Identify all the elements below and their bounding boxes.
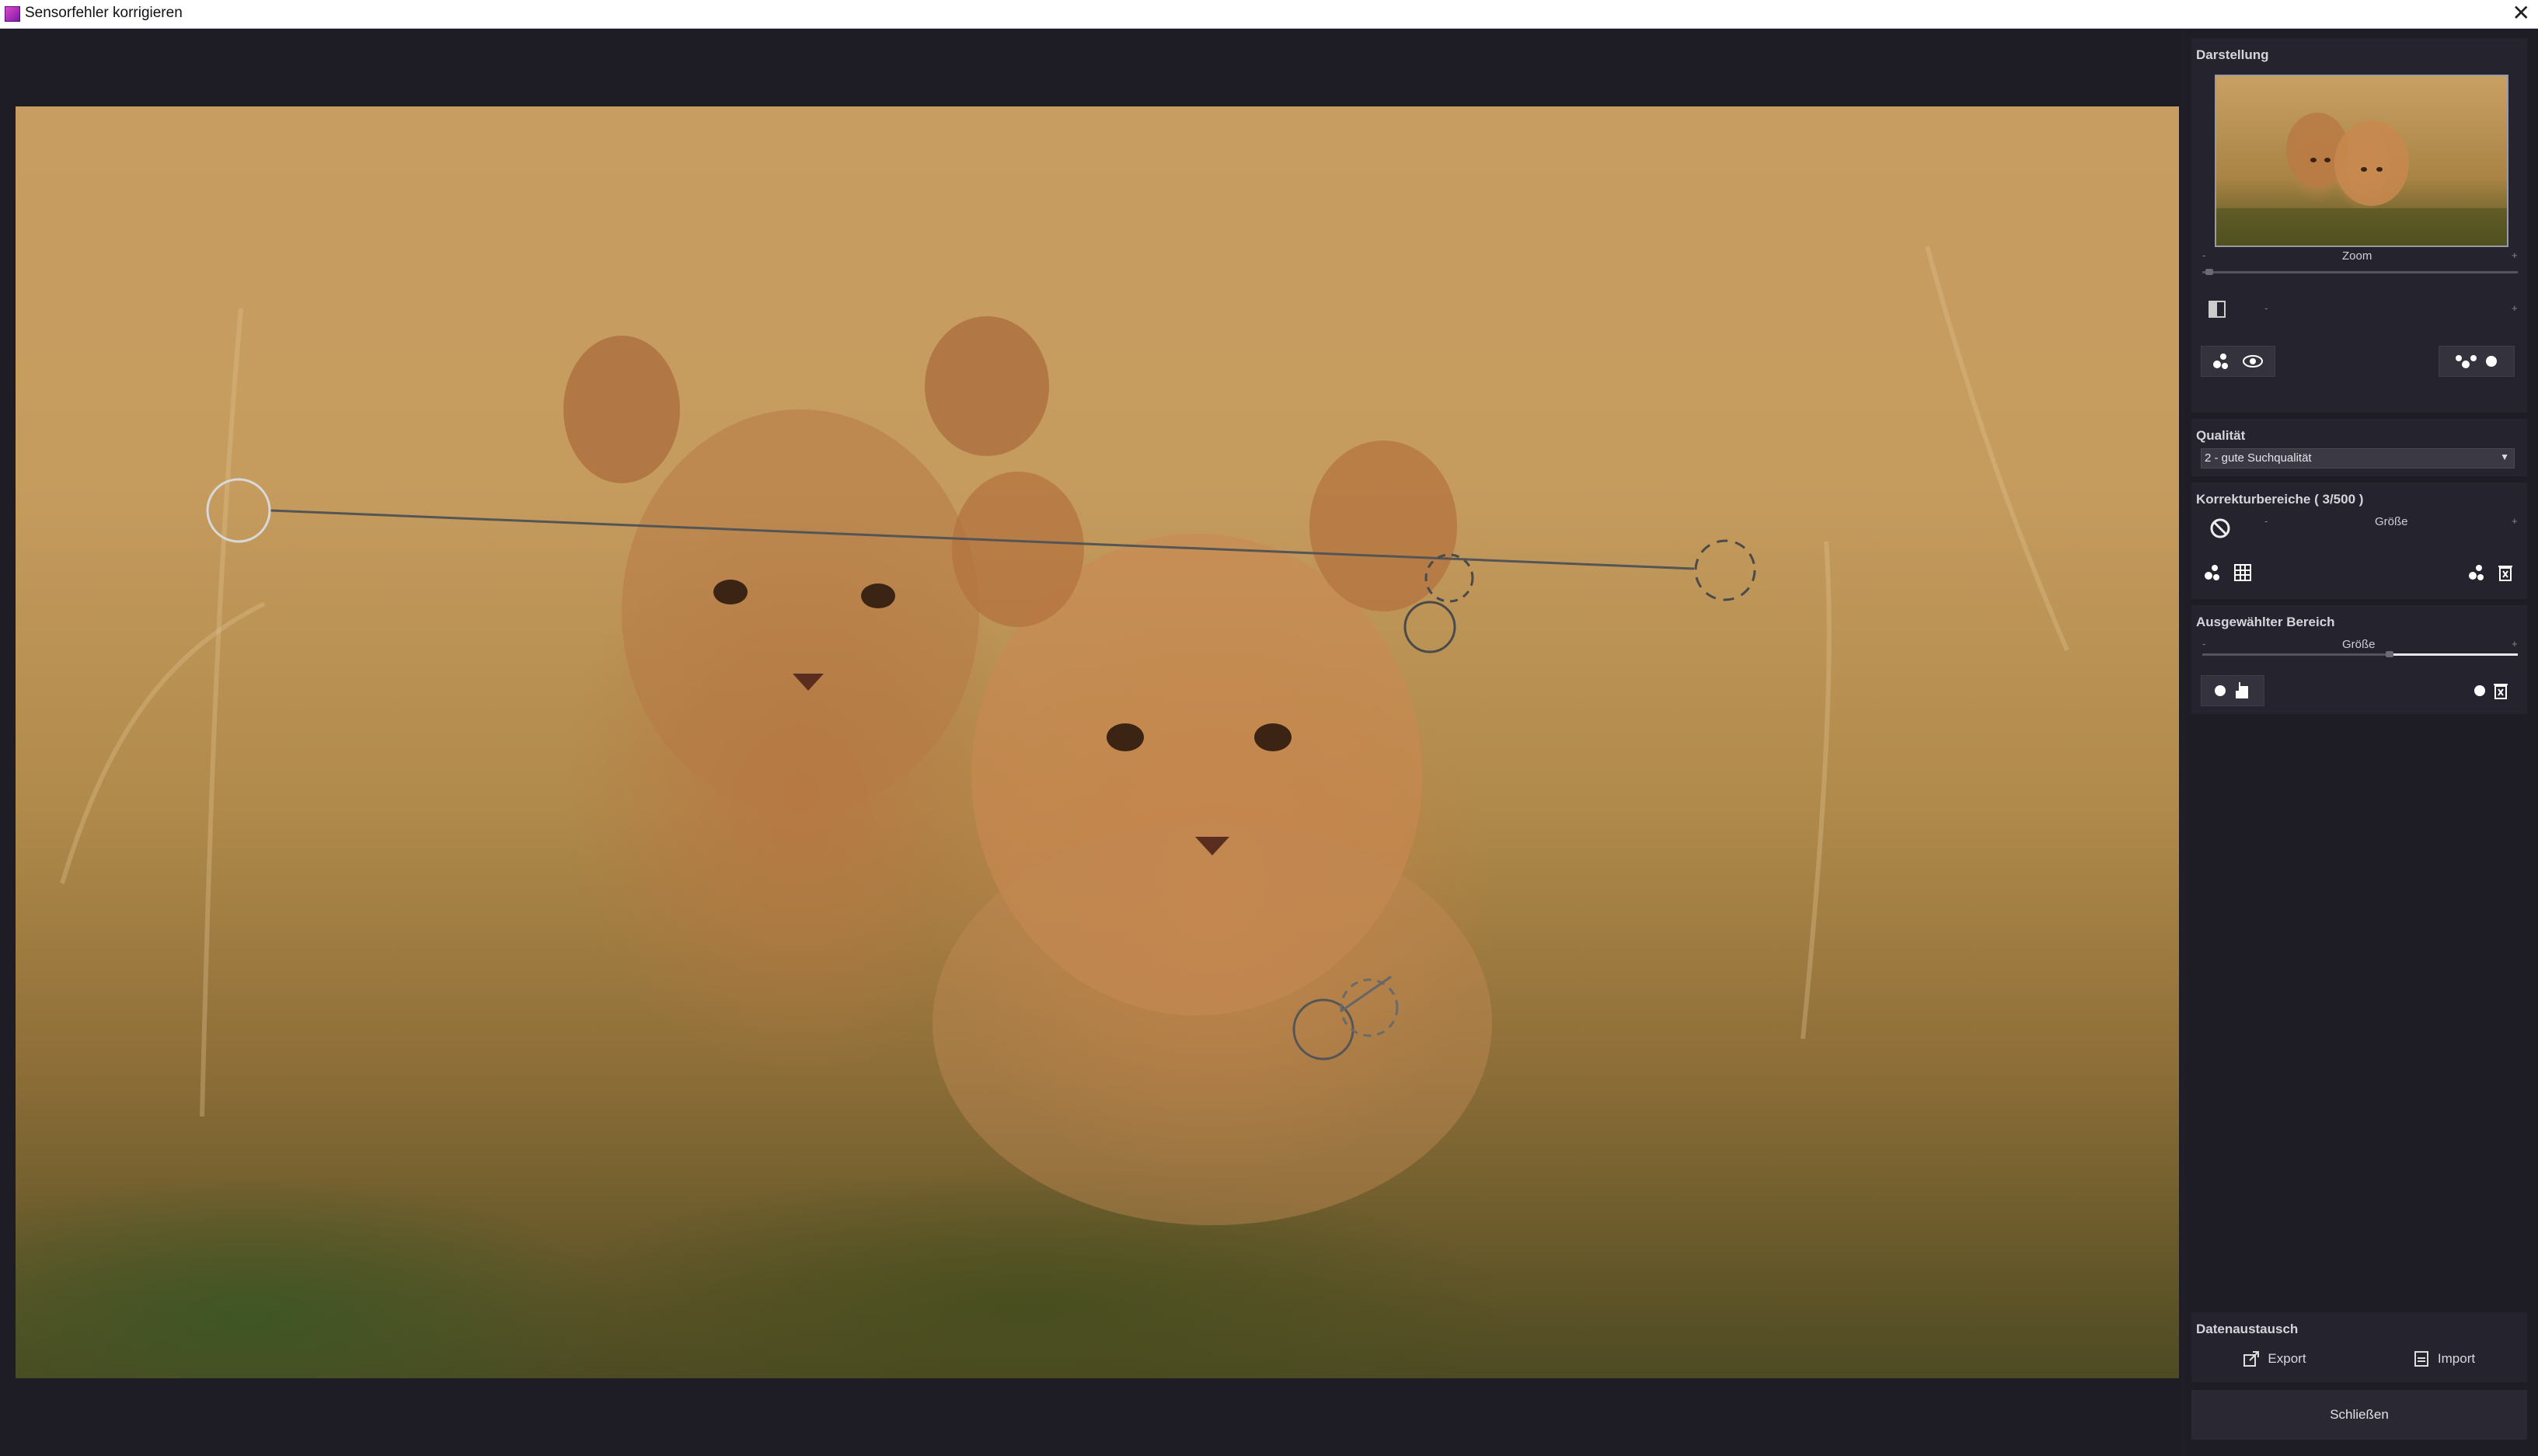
- selected-size-slider-fill: [2391, 653, 2518, 656]
- export-button[interactable]: Export: [2201, 1343, 2348, 1374]
- dot-icon: [2474, 685, 2485, 696]
- size-minus: -: [2264, 515, 2268, 527]
- section-korrekturbereiche: Korrekturbereiche ( 3/500 ) - Größe +: [2191, 482, 2527, 599]
- zoom-minus: -: [2202, 249, 2206, 261]
- zoom-slider-knob[interactable]: [2205, 269, 2213, 275]
- section-title: Qualität: [2196, 428, 2246, 443]
- trash-icon: [2494, 684, 2508, 699]
- close-button[interactable]: Schließen: [2191, 1390, 2527, 1440]
- close-icon[interactable]: ✕: [2512, 1, 2530, 26]
- section-darstellung: Darstellung Zoom - + - +: [2191, 38, 2527, 413]
- title-bar: Sensorfehler korrigieren ✕: [0, 0, 2538, 29]
- section-ausgewaehlter-bereich: Ausgewählter Bereich - Größe +: [2191, 605, 2527, 714]
- eye-icon: [2243, 355, 2263, 367]
- quality-select[interactable]: 2 - gute Suchqualität ▼: [2201, 448, 2515, 468]
- size-plus: +: [2512, 515, 2518, 527]
- points-icon: [2456, 355, 2477, 368]
- photo-canvas[interactable]: [16, 106, 2179, 1378]
- correction-source-circle[interactable]: [206, 478, 271, 543]
- section-title: Datenaustausch: [2196, 1322, 2299, 1336]
- hand-icon: [2236, 682, 2248, 698]
- correction-target-circle[interactable]: [1694, 539, 1756, 601]
- export-label: Export: [2268, 1351, 2306, 1366]
- size-plus: +: [2512, 638, 2518, 650]
- zoom-slider[interactable]: [2202, 271, 2518, 273]
- size-label: Größe: [2342, 638, 2376, 651]
- export-icon: [2243, 1351, 2260, 1367]
- delete-point-button[interactable]: [2463, 675, 2518, 706]
- selected-size-slider-knob[interactable]: [2385, 651, 2393, 657]
- size-label: Größe: [2375, 515, 2408, 528]
- section-title: Korrekturbereiche ( 3/500 ): [2196, 492, 2364, 507]
- points-icon: [2469, 565, 2484, 580]
- show-correction-points-button[interactable]: [2201, 346, 2275, 377]
- split-view-icon[interactable]: [2209, 301, 2226, 318]
- points-icon: [2213, 354, 2228, 369]
- trash-icon: [2498, 566, 2512, 581]
- import-button[interactable]: Import: [2370, 1343, 2518, 1374]
- thumbnail-image: [2216, 113, 2507, 246]
- photo-overlay: [60, 246, 2069, 1225]
- workspace: [0, 29, 2181, 1456]
- right-panel: Darstellung Zoom - + - + Qualität 2 - gu…: [2187, 29, 2538, 1456]
- chevron-down-icon: ▼: [2500, 451, 2509, 462]
- section-qualitaet: Qualität 2 - gute Suchqualität ▼: [2191, 419, 2527, 476]
- add-grid-points-button[interactable]: [2201, 557, 2255, 588]
- size-minus: -: [2202, 638, 2206, 650]
- window-title: Sensorfehler korrigieren: [25, 5, 183, 21]
- section-title: Darstellung: [2196, 47, 2269, 62]
- dot-icon: [2486, 356, 2497, 367]
- points-icon: [2205, 565, 2219, 580]
- import-icon: [2414, 1351, 2428, 1367]
- close-button-label: Schließen: [2330, 1407, 2389, 1422]
- zoom-plus: +: [2512, 249, 2518, 261]
- delete-all-points-button[interactable]: [2463, 557, 2518, 588]
- slider2-plus: +: [2512, 302, 2518, 314]
- section-datenaustausch: Datenaustausch Export Import: [2191, 1312, 2527, 1382]
- quality-selected-value: 2 - gute Suchqualität: [2205, 451, 2312, 465]
- disable-icon[interactable]: [2210, 518, 2230, 538]
- section-title: Ausgewählter Bereich: [2196, 615, 2335, 629]
- points-toggle-button[interactable]: [2439, 346, 2515, 377]
- app-icon: [5, 6, 20, 22]
- import-label: Import: [2437, 1351, 2476, 1366]
- dot-icon: [2215, 685, 2226, 696]
- zoom-label: Zoom: [2342, 249, 2372, 263]
- grid-icon: [2234, 564, 2251, 581]
- navigator-thumbnail[interactable]: [2215, 75, 2508, 247]
- select-point-button[interactable]: [2201, 675, 2264, 706]
- slider2-minus: -: [2264, 302, 2268, 314]
- correction-spot-circle[interactable]: [1403, 601, 1456, 653]
